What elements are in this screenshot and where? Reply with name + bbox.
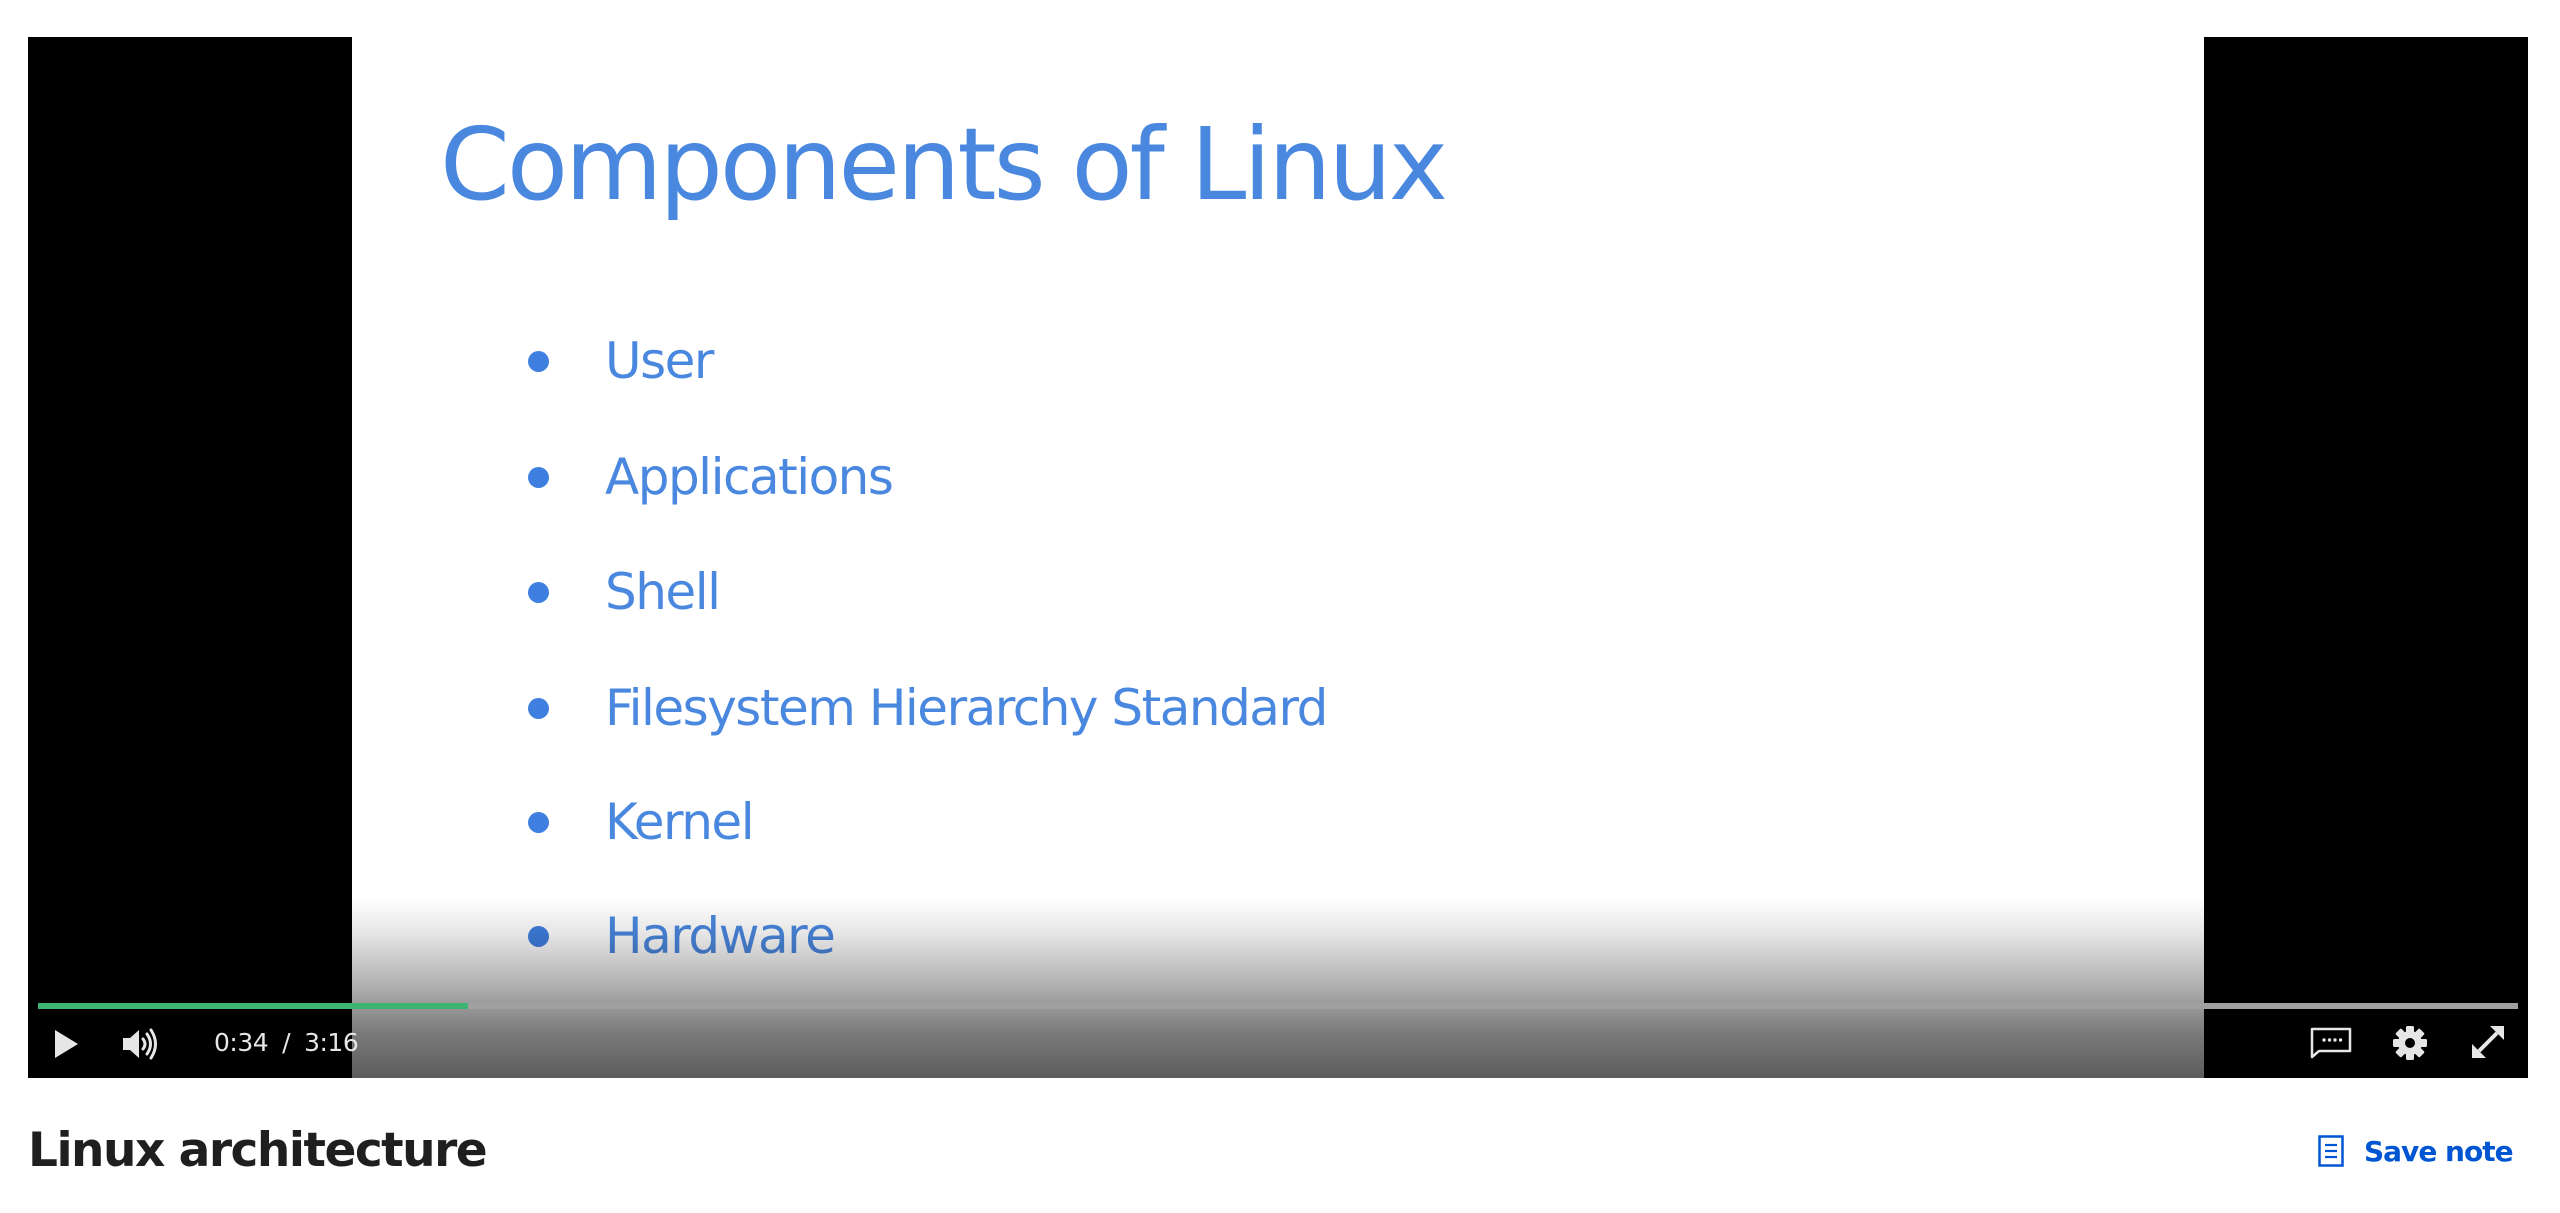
bullet-dot-icon: [528, 350, 549, 372]
captions-icon: [2310, 1027, 2352, 1059]
time-separator: /: [282, 1028, 291, 1057]
duration: 3:16: [304, 1028, 359, 1057]
slide-bullet-text: Filesystem Hierarchy Standard: [605, 679, 1328, 737]
play-button[interactable]: [46, 1024, 86, 1064]
volume-high-icon: [123, 1028, 157, 1060]
bullet-dot-icon: [528, 466, 549, 488]
lecture-page: Components of Linux User Applications Sh…: [0, 0, 2560, 1213]
gear-icon: [2393, 1026, 2427, 1060]
lesson-title: Linux architecture: [28, 1123, 488, 1178]
settings-button[interactable]: [2390, 1023, 2430, 1063]
captions-button[interactable]: [2308, 1023, 2354, 1063]
slide-bullet-text: Kernel: [605, 793, 755, 851]
bullet-dot-icon: [528, 581, 549, 603]
video-frame-slide: Components of Linux User Applications Sh…: [352, 37, 2204, 1078]
play-icon: [55, 1030, 78, 1058]
slide-bullet-item: User: [528, 331, 714, 391]
slide-bullet-text: User: [605, 332, 714, 390]
slide-bullet-item: Filesystem Hierarchy Standard: [528, 678, 1328, 738]
save-note-button[interactable]: Save note: [2318, 1128, 2514, 1174]
slide-title: Components of Linux: [440, 106, 1448, 223]
fullscreen-button[interactable]: [2468, 1022, 2508, 1062]
video-player[interactable]: Components of Linux User Applications Sh…: [28, 37, 2528, 1078]
volume-button[interactable]: [120, 1022, 164, 1066]
current-time: 0:34: [214, 1028, 269, 1057]
fullscreen-expand-icon: [2472, 1026, 2504, 1058]
note-icon: [2318, 1135, 2344, 1167]
bullet-dot-icon: [528, 697, 549, 719]
player-controls: 0:34 / 3:16: [28, 1008, 2528, 1078]
slide-bullet-item: Hardware: [528, 906, 836, 966]
slide-bullet-item: Shell: [528, 562, 721, 622]
slide-bullet-item: Applications: [528, 447, 894, 507]
slide-bullet-item: Kernel: [528, 792, 755, 852]
playback-time: 0:34 / 3:16: [214, 1008, 359, 1078]
slide-bullet-text: Shell: [605, 563, 721, 621]
bullet-dot-icon: [528, 925, 549, 947]
slide-bullet-text: Applications: [605, 448, 894, 506]
slide-bullet-text: Hardware: [605, 907, 836, 965]
save-note-label: Save note: [2364, 1134, 2514, 1168]
bullet-dot-icon: [528, 811, 549, 833]
